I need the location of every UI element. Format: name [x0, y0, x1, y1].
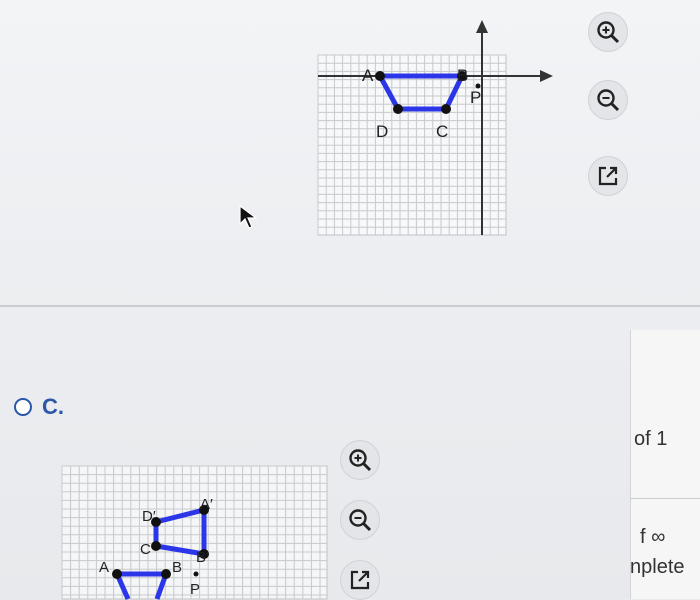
point-a	[375, 71, 385, 81]
label-c: C	[436, 122, 448, 141]
mouse-cursor-icon	[239, 204, 258, 229]
zoom-out-icon	[349, 509, 372, 532]
label-p: P	[470, 88, 481, 107]
external-link-icon	[598, 166, 618, 186]
point-d	[393, 104, 403, 114]
label-c: C	[140, 541, 151, 558]
zoom-in-button[interactable]	[588, 12, 628, 52]
zoom-in-icon	[597, 21, 620, 44]
option-c-label: C.	[42, 394, 64, 419]
section-divider	[0, 305, 700, 307]
label-p: P	[190, 581, 200, 598]
label-b: B	[457, 66, 468, 85]
option-c[interactable]: C.	[14, 394, 64, 420]
graph-bottom: D′ A′ C B′ A B P	[61, 465, 328, 600]
zoom-out-button[interactable]	[588, 80, 628, 120]
zoom-out-icon	[597, 89, 620, 112]
page-count-text: of 1	[634, 428, 668, 450]
point-c	[441, 104, 451, 114]
zoom-in-button-option-c[interactable]	[340, 440, 380, 480]
point-a	[112, 569, 122, 579]
label-b-prime: B′	[196, 549, 209, 566]
x-axis-arrow	[540, 70, 553, 82]
label-d-prime: D′	[142, 508, 156, 525]
open-new-window-button[interactable]	[588, 156, 628, 196]
zoom-out-button-option-c[interactable]	[340, 500, 380, 540]
open-new-window-button-option-c[interactable]	[340, 560, 380, 600]
attempts-text: f ∞	[640, 526, 666, 548]
grid	[317, 54, 507, 236]
point-c-bottom	[151, 541, 161, 551]
option-c-radio[interactable]	[14, 398, 32, 416]
graph-top: A B C D P	[317, 20, 553, 236]
zoom-in-icon	[349, 449, 372, 472]
y-axis-arrow	[476, 20, 488, 33]
label-a-prime: A′	[200, 496, 213, 513]
point-p	[193, 571, 199, 577]
point-b	[161, 569, 171, 579]
label-b: B	[172, 559, 182, 576]
status-text: nplete	[630, 556, 685, 578]
label-d: D	[376, 122, 388, 141]
label-a: A	[99, 559, 109, 576]
external-link-icon	[350, 570, 370, 590]
side-panel-divider	[630, 498, 700, 499]
label-a: A	[362, 66, 374, 85]
